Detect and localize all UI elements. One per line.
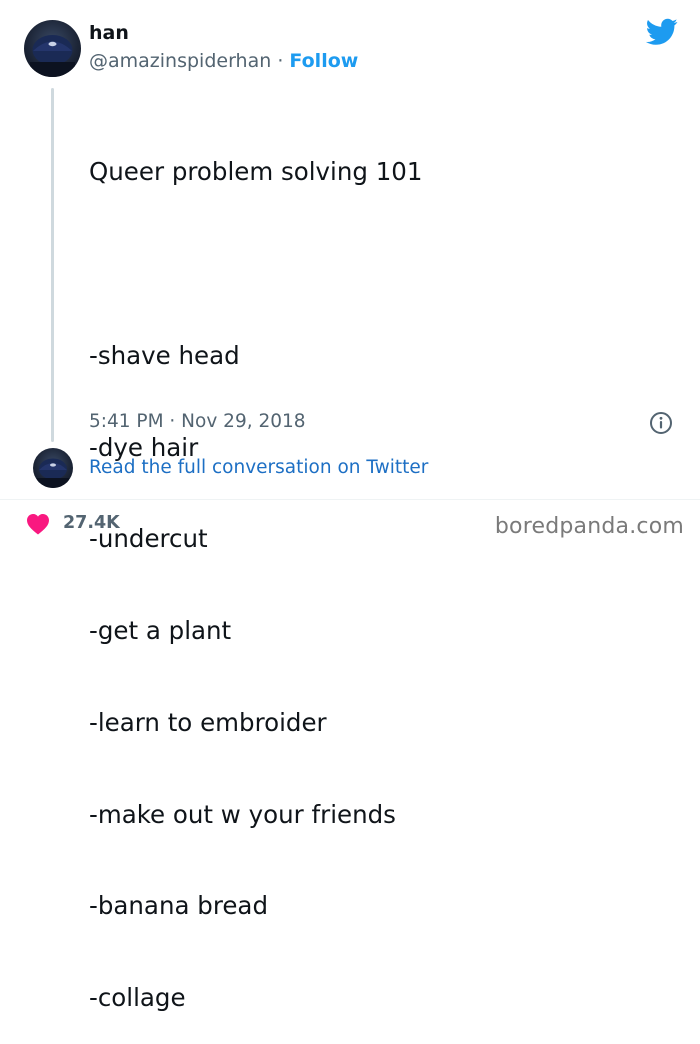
cap-avatar-image (37, 458, 69, 488)
tweet-timestamp[interactable]: 5:41 PM · Nov 29, 2018 (89, 411, 306, 432)
author-name[interactable]: han (89, 22, 129, 44)
reply-avatar[interactable] (33, 448, 73, 488)
author-avatar[interactable] (24, 20, 81, 77)
watermark: boredpanda.com (494, 514, 684, 539)
divider (0, 499, 700, 500)
tweet-line: -collage (89, 983, 186, 1013)
heart-icon[interactable] (26, 513, 50, 535)
like-count[interactable]: 27.4K (63, 513, 120, 533)
tweet-line: -shave head (89, 340, 240, 370)
tweet-line: -make out w your friends (89, 799, 396, 829)
tweet-line: Queer problem solving 101 (89, 157, 423, 187)
tweet-line: -undercut (89, 524, 208, 554)
twitter-bird-icon[interactable] (646, 18, 678, 46)
thread-connector-line (51, 88, 54, 442)
tweet-line: -banana bread (89, 891, 269, 921)
cap-avatar-image (30, 35, 75, 77)
read-conversation-link[interactable]: Read the full conversation on Twitter (89, 457, 428, 478)
separator-dot: · (277, 50, 284, 72)
author-handle[interactable]: @amazinspiderhan (89, 50, 271, 72)
author-handle-row: @amazinspiderhan · Follow (89, 50, 358, 72)
info-icon[interactable] (649, 411, 673, 435)
follow-button[interactable]: Follow (289, 50, 358, 72)
tweet-line: -get a plant (89, 616, 232, 646)
tweet-text: Queer problem solving 101 -shave head -d… (89, 96, 422, 1044)
tweet-line: -learn to embroider (89, 707, 327, 737)
